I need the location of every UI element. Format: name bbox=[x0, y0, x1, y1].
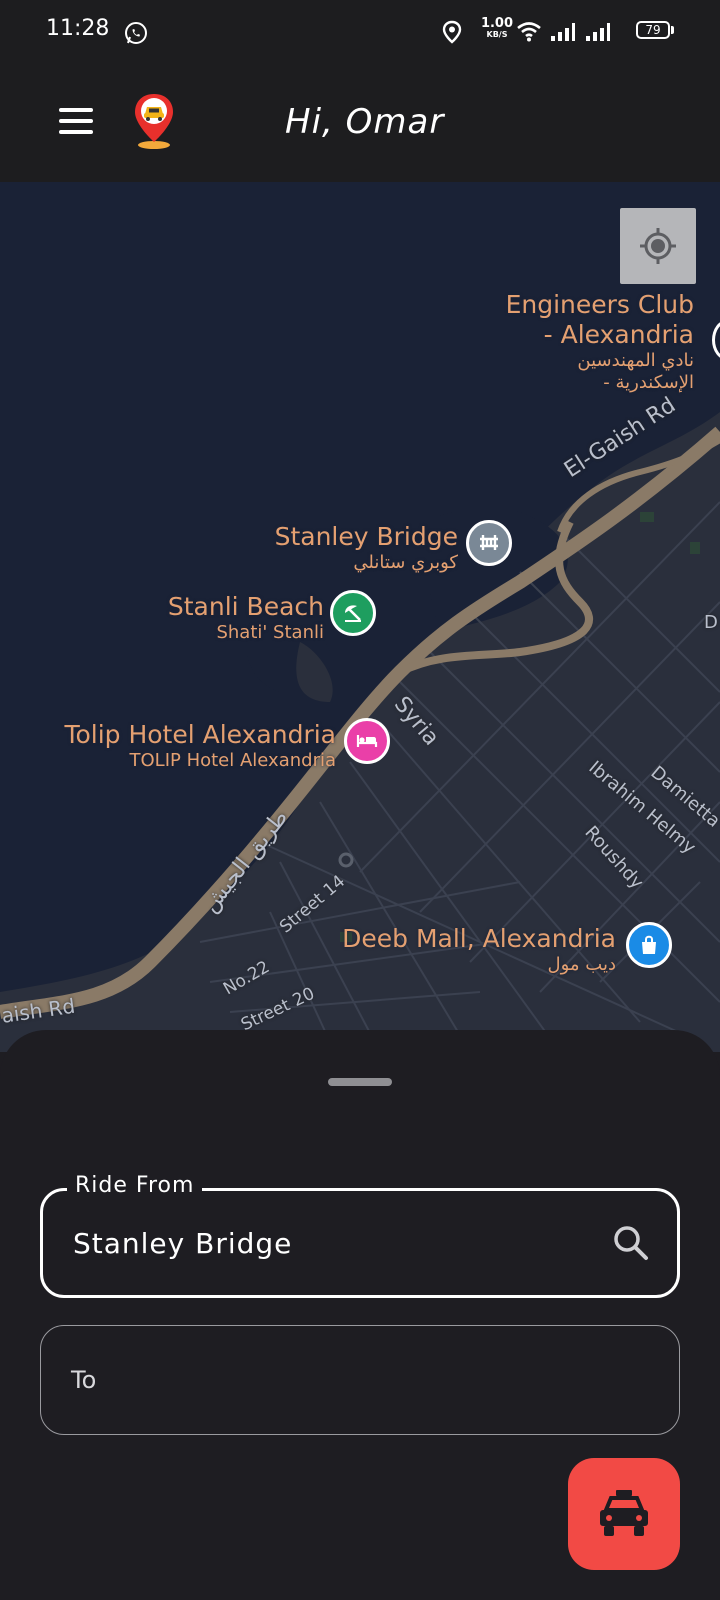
poi-stanley-bridge-name: Stanley Bridge bbox=[274, 522, 458, 551]
poi-stanley-bridge-label[interactable]: Stanley Bridge كوبري ستانلي bbox=[275, 522, 458, 574]
taxi-pin-logo bbox=[135, 94, 173, 149]
sheet-drag-handle[interactable] bbox=[328, 1078, 392, 1086]
bridge-icon[interactable] bbox=[466, 520, 512, 566]
bridge-glyph bbox=[480, 535, 498, 550]
beach-umbrella-icon[interactable] bbox=[330, 590, 376, 636]
whatsapp-icon bbox=[125, 22, 147, 44]
poi-tolip-hotel-label[interactable]: Tolip Hotel Alexandria TOLIP Hotel Alexa… bbox=[64, 720, 336, 772]
network-speed: 1.00 KB/S bbox=[479, 16, 515, 40]
status-time: 11:28 bbox=[46, 16, 110, 41]
bed-glyph bbox=[356, 735, 378, 747]
request-ride-button[interactable] bbox=[568, 1458, 680, 1570]
poi-tolip-hotel-sub: TOLIP Hotel Alexandria bbox=[129, 750, 337, 771]
taxi-icon bbox=[600, 1490, 648, 1536]
shopping-bag-icon[interactable] bbox=[626, 922, 672, 968]
signal-icon-2 bbox=[586, 23, 610, 41]
location-icon bbox=[442, 20, 462, 44]
ride-from-value[interactable]: Stanley Bridge bbox=[73, 1227, 292, 1260]
ride-to-placeholder: To bbox=[71, 1366, 97, 1394]
bag-glyph bbox=[642, 935, 656, 954]
poi-engineers-club-name: Engineers Club bbox=[505, 290, 694, 319]
ride-from-label: Ride From bbox=[67, 1173, 203, 1198]
poi-tolip-hotel-name: Tolip Hotel Alexandria bbox=[64, 720, 336, 749]
ride-from-field[interactable]: Ride From Stanley Bridge bbox=[40, 1173, 680, 1298]
poi-stanli-beach-name: Stanli Beach bbox=[167, 592, 324, 621]
poi-stanli-beach-sub: Shati' Stanli bbox=[216, 622, 324, 643]
poi-engineers-club-name-2: - Alexandria bbox=[543, 320, 694, 349]
road-d-edge: D bbox=[704, 612, 718, 633]
wifi-icon bbox=[517, 22, 541, 42]
my-location-button[interactable] bbox=[620, 208, 696, 284]
hotel-bed-icon[interactable] bbox=[344, 718, 390, 764]
battery-indicator: 79 bbox=[636, 21, 670, 39]
poi-deeb-mall-label[interactable]: Deeb Mall, Alexandria ديب مول bbox=[342, 924, 616, 976]
bottom-sheet: Ride From Stanley Bridge To bbox=[0, 1030, 720, 1600]
signal-icon bbox=[551, 23, 575, 41]
hamburger-menu-icon[interactable] bbox=[56, 102, 96, 140]
poi-stanley-bridge-arabic: كوبري ستانلي bbox=[353, 552, 458, 573]
umbrella-glyph bbox=[345, 605, 361, 622]
poi-engineers-club-arabic-2: - الإسكندرية bbox=[603, 372, 694, 393]
search-icon[interactable] bbox=[611, 1223, 651, 1263]
poi-deeb-mall-name: Deeb Mall, Alexandria bbox=[342, 924, 616, 953]
battery-tip bbox=[671, 26, 674, 34]
poi-deeb-mall-arabic: ديب مول bbox=[547, 954, 616, 975]
net-speed-value: 1.00 bbox=[480, 16, 514, 31]
ride-to-field[interactable]: To bbox=[40, 1325, 680, 1435]
greeting-title: Hi, Omar bbox=[285, 102, 445, 142]
poi-engineers-club-arabic: نادي المهندسين bbox=[577, 350, 694, 371]
app-bar: Hi, Omar bbox=[0, 62, 720, 182]
my-location-icon bbox=[640, 228, 676, 264]
poi-engineers-club-label[interactable]: Engineers Club - Alexandria نادي المهندس… bbox=[506, 290, 694, 394]
poi-stanli-beach-label[interactable]: Stanli Beach Shati' Stanli bbox=[168, 592, 324, 644]
map-view[interactable]: Engineers Club - Alexandria نادي المهندس… bbox=[0, 182, 720, 1052]
status-bar: 11:28 1.00 KB/S 79 bbox=[0, 0, 720, 62]
